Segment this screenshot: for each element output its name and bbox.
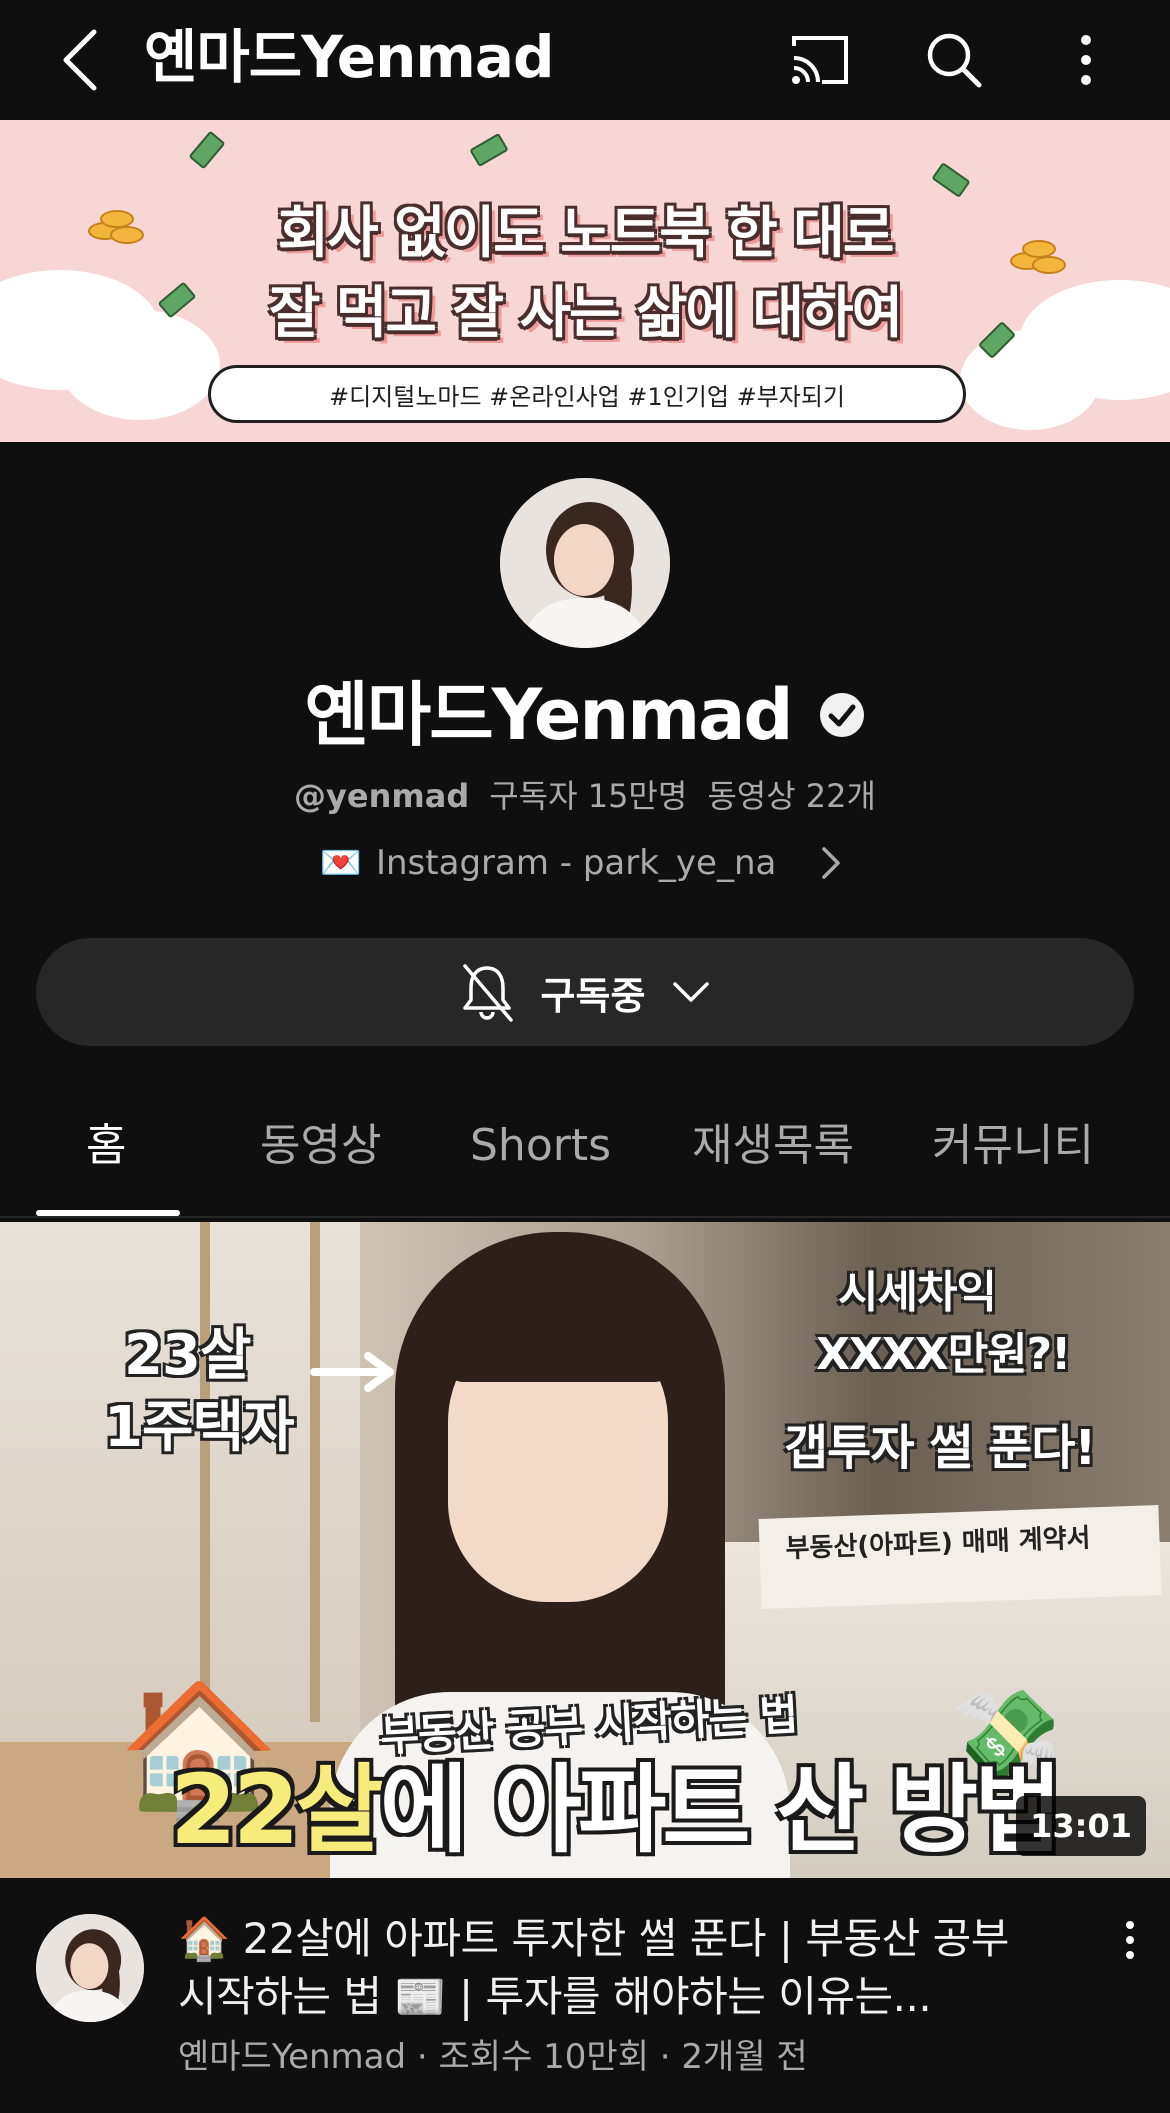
video-thumbnail[interactable]: 23살 1주택자 시세차익 XXXX만원?! 갭투자 썰 푼다! 부동산(아파트… [0, 1222, 1170, 1878]
tab-playlists[interactable]: 재생목록 [692, 1118, 854, 1174]
channel-banner: 회사 없이도 노트북 한 대로 잘 먹고 잘 사는 삶에 대하여 #디지털노마드… [0, 120, 1170, 442]
channel-name-row: 옌마드Yenmad [0, 670, 1170, 760]
avatar-portrait-icon [500, 478, 670, 648]
more-options-button[interactable] [1046, 20, 1126, 100]
cast-button[interactable] [780, 20, 860, 100]
search-icon [927, 33, 982, 88]
channel-name: 옌마드Yenmad [304, 674, 793, 756]
back-button[interactable] [40, 20, 120, 100]
search-button[interactable] [914, 20, 994, 100]
video-more-button[interactable] [1102, 1910, 1158, 1970]
thumbnail-headline-highlight: 22살 [170, 1754, 384, 1866]
thumbnail-headline-rest: 에 아파트 산 방법 [379, 1754, 1063, 1866]
thumbnail-shelf [200, 1222, 320, 1722]
tab-home[interactable]: 홈 [86, 1118, 126, 1174]
back-arrow-icon [63, 29, 97, 91]
tab-community[interactable]: 커뮤니티 [932, 1118, 1094, 1174]
verified-check-icon [819, 693, 864, 737]
more-vertical-icon [1126, 1921, 1134, 1959]
bell-off-icon [462, 964, 513, 1022]
arrow-right-icon [310, 1352, 394, 1392]
thumbnail-headline: 22살에 아파트 산 방법 [170, 1732, 1063, 1871]
banner-headline-2: 잘 먹고 잘 사는 삶에 대하여 [268, 281, 903, 346]
video-channel-avatar[interactable] [36, 1914, 144, 2022]
video-meta: 옌마드Yenmad · 조회수 10만회 · 2개월 전 [178, 2037, 808, 2077]
tab-shorts[interactable]: Shorts [470, 1118, 611, 1174]
tab-videos[interactable]: 동영상 [260, 1118, 381, 1174]
thumbnail-text-age: 23살 [124, 1323, 251, 1388]
app-bar-title: 옌마드Yenmad [144, 23, 554, 91]
money-bill-icon [188, 130, 226, 170]
channel-handle: @yenmad [294, 777, 470, 815]
thumbnail-document-text: 부동산(아파트) 매매 계약서 [785, 1523, 1091, 1565]
chevron-right-icon [822, 847, 841, 879]
video-title[interactable]: 🏠 22살에 아파트 투자한 썰 푼다 | 부동산 공부 시작하는 법 📰 | … [178, 1910, 1058, 2026]
channel-tabs: 홈 동영상 Shorts 재생목록 커뮤니티 [0, 1090, 1170, 1218]
channel-meta: @yenmad 구독자 15만명 동영상 22개 [0, 772, 1170, 820]
active-tab-indicator [36, 1210, 180, 1216]
subscribed-button[interactable]: 구독중 [36, 938, 1134, 1046]
subscribed-label: 구독중 [540, 973, 646, 1018]
money-bill-icon [469, 132, 509, 168]
video-count: 동영상 22개 [707, 777, 876, 815]
chevron-down-icon [673, 982, 710, 1002]
thumbnail-document: 부동산(아파트) 매매 계약서 [758, 1505, 1162, 1609]
video-duration-badge: 13:01 [1016, 1796, 1146, 1856]
more-vertical-icon [1081, 35, 1091, 85]
cast-icon [792, 36, 848, 84]
top-app-bar: 옌마드Yenmad [0, 0, 1170, 120]
channel-link-text: Instagram - park_ye_na [375, 843, 777, 883]
banner-headline-1: 회사 없이도 노트북 한 대로 [277, 201, 895, 266]
thumbnail-text-gain: 시세차익 [838, 1267, 997, 1318]
thumbnail-text-amount: XXXX만원?! [816, 1329, 1071, 1380]
avatar-portrait-icon [36, 1914, 144, 2022]
channel-link[interactable]: 💌 Instagram - park_ye_na [0, 838, 1170, 888]
thumbnail-text-story: 갭투자 썰 푼다! [784, 1420, 1096, 1476]
love-letter-icon: 💌 [319, 843, 362, 883]
banner-tags: #디지털노마드 #온라인사업 #1인기업 #부자되기 [208, 365, 966, 423]
thumbnail-text-owner: 1주택자 [104, 1395, 295, 1460]
subscriber-count: 구독자 15만명 [489, 777, 688, 815]
channel-avatar[interactable] [500, 478, 670, 648]
